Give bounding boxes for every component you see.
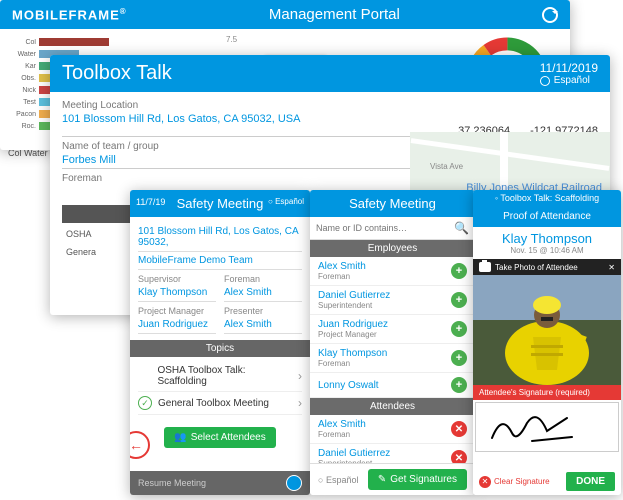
globe-icon[interactable]	[286, 475, 302, 491]
phone-header: 11/7/19 Safety Meeting ○ Español	[130, 190, 310, 217]
employee-row[interactable]: Juan RodriguezProject Manager+	[310, 315, 475, 344]
brand-logo: MOBILEFRAME®	[12, 7, 127, 22]
attendee-name: Klay Thompson	[473, 227, 621, 246]
presenter-select[interactable]: Alex Smith	[224, 316, 302, 334]
select-attendees-button[interactable]: 👥 Select Attendees	[164, 427, 276, 448]
address-field[interactable]: 101 Blossom Hill Rd, Los Gatos, CA 95032…	[138, 223, 302, 252]
close-icon[interactable]: ✕	[608, 263, 615, 272]
chevron-right-icon: ›	[298, 369, 302, 383]
add-icon[interactable]: +	[451, 321, 467, 337]
foreman-select[interactable]: Alex Smith	[224, 284, 302, 302]
pm-select[interactable]: Juan Rodriguez	[138, 316, 216, 334]
language-toggle[interactable]: ○ Español	[318, 475, 358, 485]
proof-of-attendance: ◦ Toolbox Talk: Scaffolding Proof of Att…	[473, 190, 621, 495]
location-field[interactable]: 101 Blossom Hill Rd, Los Gatos, CA 95032…	[62, 111, 438, 137]
refresh-icon[interactable]	[542, 7, 558, 23]
employee-row[interactable]: Lonny Oswalt+	[310, 373, 475, 398]
axis-tick: 7.5	[226, 35, 237, 44]
proof-subheader: ◦ Toolbox Talk: Scaffolding	[473, 190, 621, 206]
photo-bar[interactable]: Take Photo of Attendee✕	[473, 259, 621, 275]
timestamp: Nov. 15 @ 10:46 AM	[473, 246, 621, 259]
portal-header: MOBILEFRAME® Management Portal	[0, 0, 570, 29]
employee-row[interactable]: Klay ThompsonForeman+	[310, 344, 475, 373]
signature-pad[interactable]	[475, 402, 619, 452]
safety-meeting-form: 11/7/19 Safety Meeting ○ Español 101 Blo…	[130, 190, 310, 495]
topic-item[interactable]: OSHA Toolbox Talk: Scaffolding›	[138, 361, 302, 392]
field-label: Name of team / group	[62, 141, 415, 152]
supervisor-select[interactable]: Klay Thompson	[138, 284, 216, 302]
add-icon[interactable]: +	[451, 263, 467, 279]
done-button[interactable]: DONE	[566, 472, 615, 491]
chevron-right-icon: ›	[298, 396, 302, 410]
resume-link[interactable]: Resume Meeting	[138, 478, 206, 488]
team-field[interactable]: MobileFrame Demo Team	[138, 252, 302, 270]
topic-item[interactable]: ✓General Toolbox Meeting›	[138, 392, 302, 415]
camera-icon	[479, 262, 491, 272]
proof-title: Proof of Attendance	[473, 206, 621, 227]
get-signatures-button[interactable]: ✎ Get Signatures	[368, 469, 467, 490]
search-bar[interactable]: 🔍	[310, 217, 475, 240]
attendees-header: Attendees	[310, 398, 475, 415]
language-toggle[interactable]: ○ Español	[268, 197, 304, 206]
add-icon[interactable]: +	[451, 292, 467, 308]
add-icon[interactable]: +	[451, 377, 467, 393]
employee-row[interactable]: Alex SmithForeman+	[310, 257, 475, 286]
signature-label: Attendee's Signature (required)	[473, 385, 621, 400]
search-icon[interactable]: 🔍	[454, 221, 469, 235]
team-field[interactable]: Forbes Mill	[62, 152, 415, 169]
portal-title: Management Portal	[127, 6, 542, 23]
ttalk-date: 11/11/2019	[540, 61, 598, 75]
topics-header: Topics	[130, 340, 310, 357]
employees-header: Employees	[310, 240, 475, 257]
remove-icon[interactable]: ✕	[451, 421, 467, 437]
clear-signature-button[interactable]: ✕Clear Signature	[479, 476, 550, 488]
safety-meeting-attendees: Safety Meeting 🔍 Employees Alex SmithFor…	[310, 190, 475, 495]
field-label: Meeting Location	[62, 100, 598, 111]
footer-bar: Resume Meeting	[130, 471, 310, 495]
phone-header: Safety Meeting	[310, 190, 475, 217]
check-icon: ✓	[138, 396, 152, 410]
attendee-row[interactable]: Alex SmithForeman✕	[310, 415, 475, 444]
ttalk-title: Toolbox Talk	[62, 62, 172, 85]
language-toggle[interactable]: Español	[540, 75, 598, 86]
attendee-photo[interactable]	[473, 275, 621, 385]
bar-row: Col	[8, 37, 158, 47]
ttalk-header: Toolbox Talk 11/11/2019 Español	[50, 55, 610, 92]
employee-row[interactable]: Daniel GutierrezSuperintendent+	[310, 286, 475, 315]
search-input[interactable]	[316, 223, 450, 233]
add-icon[interactable]: +	[451, 350, 467, 366]
